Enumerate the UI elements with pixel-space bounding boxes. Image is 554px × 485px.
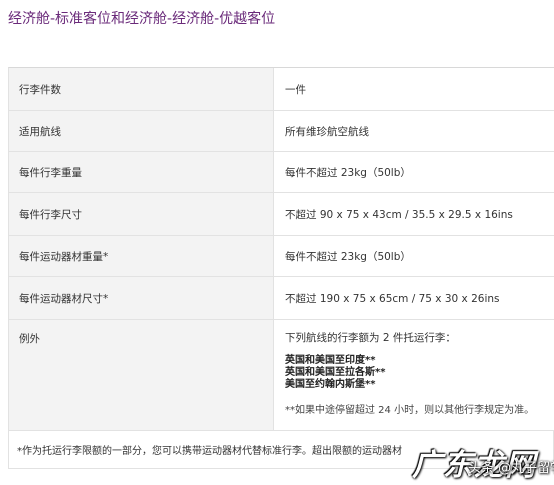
table-row-exception: 例外 下列航线的行李额为 2 件托运行李： 英国和美国至印度** 英国和美国至拉…: [9, 320, 554, 431]
exception-route: 美国至约翰内斯堡**: [285, 379, 376, 390]
exception-route: 英国和美国至印度**: [285, 355, 376, 366]
table-row: 每件行李尺寸 不超过 90 x 75 x 43cm / 35.5 x 29.5 …: [9, 193, 554, 236]
baggage-table: 行李件数 一件 适用航线 所有维珍航空航线 每件行李重量 每件不超过 23kg（…: [8, 67, 554, 469]
row-label: 行李件数: [9, 68, 274, 110]
row-label: 每件运动器材尺寸*: [9, 277, 274, 319]
row-label: 适用航线: [9, 111, 274, 151]
table-row: 每件运动器材重量* 每件不超过 23kg（50lb）: [9, 236, 554, 277]
exception-value: 下列航线的行李额为 2 件托运行李： 英国和美国至印度** 英国和美国至拉各斯*…: [274, 320, 554, 430]
row-value: 每件不超过 23kg（50lb）: [274, 152, 554, 192]
page-title: 经济舱-标准客位和经济舱-经济舱-优越客位: [8, 11, 276, 27]
row-value: 不超过 190 x 75 x 65cm / 75 x 30 x 26ins: [274, 277, 554, 319]
row-value: 所有维珍航空航线: [274, 111, 554, 151]
table-row: 适用航线 所有维珍航空航线: [9, 111, 554, 152]
page: 经济舱-标准客位和经济舱-经济舱-优越客位 行李件数 一件 适用航线 所有维珍航…: [0, 0, 554, 485]
row-value: 每件不超过 23kg（50lb）: [274, 236, 554, 276]
row-label: 每件行李重量: [9, 152, 274, 192]
table-row: 每件行李重量 每件不超过 23kg（50lb）: [9, 152, 554, 193]
exception-route: 英国和美国至拉各斯**: [285, 367, 386, 378]
table-row: 每件运动器材尺寸* 不超过 190 x 75 x 65cm / 75 x 30 …: [9, 277, 554, 320]
exception-note: **如果中途停留超过 24 小时，则以其他行李规定为准。: [285, 405, 535, 416]
row-label: 每件运动器材重量*: [9, 236, 274, 276]
exception-label: 例外: [9, 320, 274, 430]
exception-intro: 下列航线的行李额为 2 件托运行李：: [285, 332, 456, 344]
row-value: 不超过 90 x 75 x 43cm / 35.5 x 29.5 x 16ins: [274, 193, 554, 235]
row-value: 一件: [274, 68, 554, 110]
footnote: *作为托运行李限额的一部分，您可以携带运动器材代替标准行李。超出限额的运动器材: [9, 431, 554, 469]
row-label: 每件行李尺寸: [9, 193, 274, 235]
table-row: 行李件数 一件: [9, 68, 554, 111]
